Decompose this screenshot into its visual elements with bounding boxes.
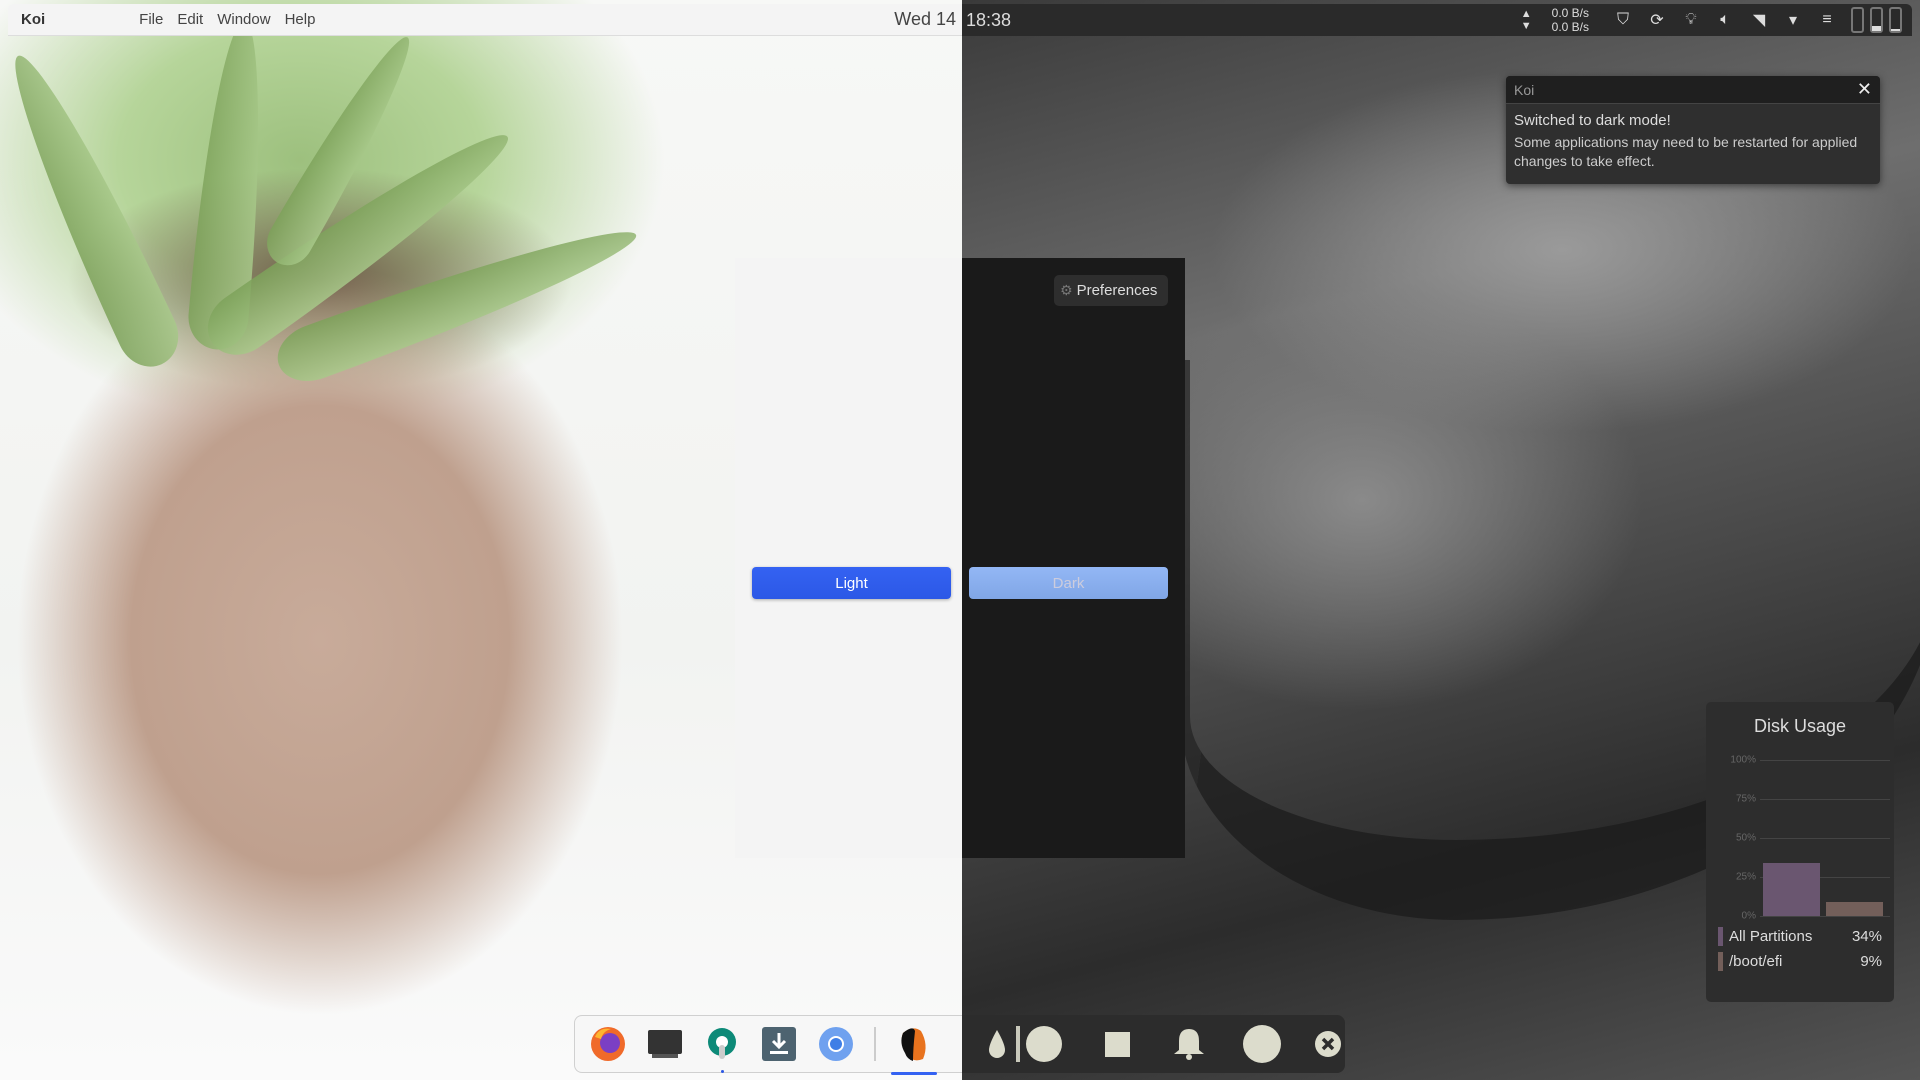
legend-value: 34%	[1851, 928, 1882, 945]
upload-rate: 0.0 B/s	[1551, 6, 1589, 20]
close-icon[interactable]: ✕	[1857, 79, 1872, 100]
top-bar-light: Koi File Edit Window Help Wed 14	[8, 4, 962, 36]
volume-icon[interactable]: 🔈︎	[1715, 11, 1735, 29]
notification-popup[interactable]: Koi ✕ Switched to dark mode! Some applic…	[1506, 76, 1880, 184]
y-tick-label: 25%	[1735, 871, 1756, 883]
notification-header: Koi ✕	[1506, 76, 1880, 104]
gridline	[1760, 760, 1890, 761]
legend-label: /boot/efi	[1729, 953, 1783, 970]
wifi-icon[interactable]: ◥	[1749, 10, 1769, 30]
notification-title: Switched to dark mode!	[1514, 112, 1671, 129]
battery-icon	[1851, 7, 1864, 33]
battery-icon	[1889, 7, 1902, 33]
gridline	[1760, 838, 1890, 839]
network-speed[interactable]: ▲ ▼ 0.0 B/s 0.0 B/s	[1521, 6, 1589, 34]
clock-day[interactable]: Wed 14	[894, 9, 962, 30]
preferences-label: Preferences	[1076, 282, 1158, 299]
terminal-icon[interactable]	[646, 1025, 684, 1063]
download-arrow-icon: ▼	[1520, 20, 1532, 32]
top-bar-dark: 18:38 ▲ ▼ 0.0 B/s 0.0 B/s ⛉ ⟳ 💡︎ 🔈︎ ◥ ▾ ≡	[962, 4, 1912, 36]
system-tray: ▲ ▼ 0.0 B/s 0.0 B/s ⛉ ⟳ 💡︎ 🔈︎ ◥ ▾ ≡	[1521, 4, 1902, 36]
lightbulb-icon[interactable]: 💡︎	[1681, 11, 1701, 29]
disk-usage-title: Disk Usage	[1753, 716, 1847, 736]
clock-time[interactable]: 18:38	[966, 10, 1011, 31]
circle-icon[interactable]	[1025, 1025, 1062, 1063]
legend-row-boot-efi: /boot/efi 9%	[1718, 949, 1882, 974]
koi-window-light-half	[735, 258, 962, 858]
running-indicator	[721, 1070, 724, 1073]
dock-separator	[874, 1027, 876, 1061]
dock-light-half	[574, 1015, 962, 1075]
disk-legend: All Partitions 34% /boot/efi 9%	[1718, 924, 1882, 974]
y-tick-label: 0%	[1741, 910, 1756, 922]
desktop: Koi File Edit Window Help Wed 14 18:38 ▲…	[0, 0, 1920, 1080]
gridline	[1760, 916, 1890, 917]
notification-body: Some applications may need to be restart…	[1514, 134, 1858, 169]
chromium-icon[interactable]	[817, 1025, 855, 1063]
y-tick-label: 75%	[1735, 793, 1756, 805]
y-tick-label: 100%	[1730, 754, 1756, 766]
menu-window[interactable]: Window	[217, 11, 270, 28]
downloads-icon[interactable]	[760, 1025, 798, 1063]
circle-icon[interactable]	[1242, 1025, 1281, 1063]
shield-info-icon[interactable]: ⛉	[1613, 11, 1633, 29]
menu-help[interactable]: Help	[285, 11, 316, 28]
download-rate: 0.0 B/s	[1551, 20, 1589, 34]
close-circle-icon[interactable]	[1311, 1025, 1345, 1063]
dock-dark-half	[962, 1015, 1345, 1073]
droplet-icon[interactable]	[980, 1025, 1014, 1063]
preferences-icon: ⚙	[1060, 282, 1073, 298]
battery-indicators[interactable]	[1851, 7, 1902, 33]
battery-icon	[1870, 7, 1883, 33]
menu-file[interactable]: File	[139, 11, 163, 28]
y-tick-label: 50%	[1735, 832, 1756, 844]
bell-icon[interactable]	[1172, 1025, 1206, 1063]
legend-label: All Partitions	[1729, 928, 1813, 945]
gridline	[1760, 799, 1890, 800]
hamburger-menu-icon[interactable]: ≡	[1817, 11, 1837, 29]
legend-value: 9%	[1860, 953, 1882, 970]
settings-icon[interactable]	[703, 1025, 741, 1073]
menu-bar: File Edit Window Help	[139, 11, 315, 28]
preferences-button[interactable]: ⚙ Preferences	[1054, 275, 1168, 306]
bar-boot-efi	[1826, 901, 1883, 916]
sync-icon[interactable]: ⟳	[1647, 10, 1667, 30]
app-menu-name[interactable]: Koi	[21, 11, 45, 28]
menu-edit[interactable]: Edit	[177, 11, 203, 28]
square-icon[interactable]	[1100, 1025, 1134, 1063]
koi-window-dark-half	[962, 258, 1185, 858]
upload-arrow-icon: ▲	[1520, 8, 1532, 20]
dock-separator	[1016, 1026, 1020, 1062]
notification-app-name: Koi	[1514, 81, 1535, 98]
disk-usage-chart: 100% 75% 50% 25% 0%	[1720, 752, 1890, 922]
active-app-indicator	[891, 1072, 937, 1075]
dark-mode-button[interactable]: Dark	[969, 567, 1168, 599]
legend-swatch	[1718, 927, 1723, 946]
disk-usage-widget: Disk Usage 100% 75% 50% 25% 0% All Partition…	[1706, 702, 1894, 1002]
koi-icon[interactable]	[891, 1025, 937, 1075]
bar-all-partitions	[1763, 862, 1820, 916]
firefox-icon[interactable]	[589, 1025, 627, 1063]
light-mode-button[interactable]: Light	[752, 567, 951, 599]
legend-swatch	[1718, 952, 1723, 971]
dropdown-icon[interactable]: ▾	[1783, 10, 1803, 30]
legend-row-all-partitions: All Partitions 34%	[1718, 924, 1882, 949]
